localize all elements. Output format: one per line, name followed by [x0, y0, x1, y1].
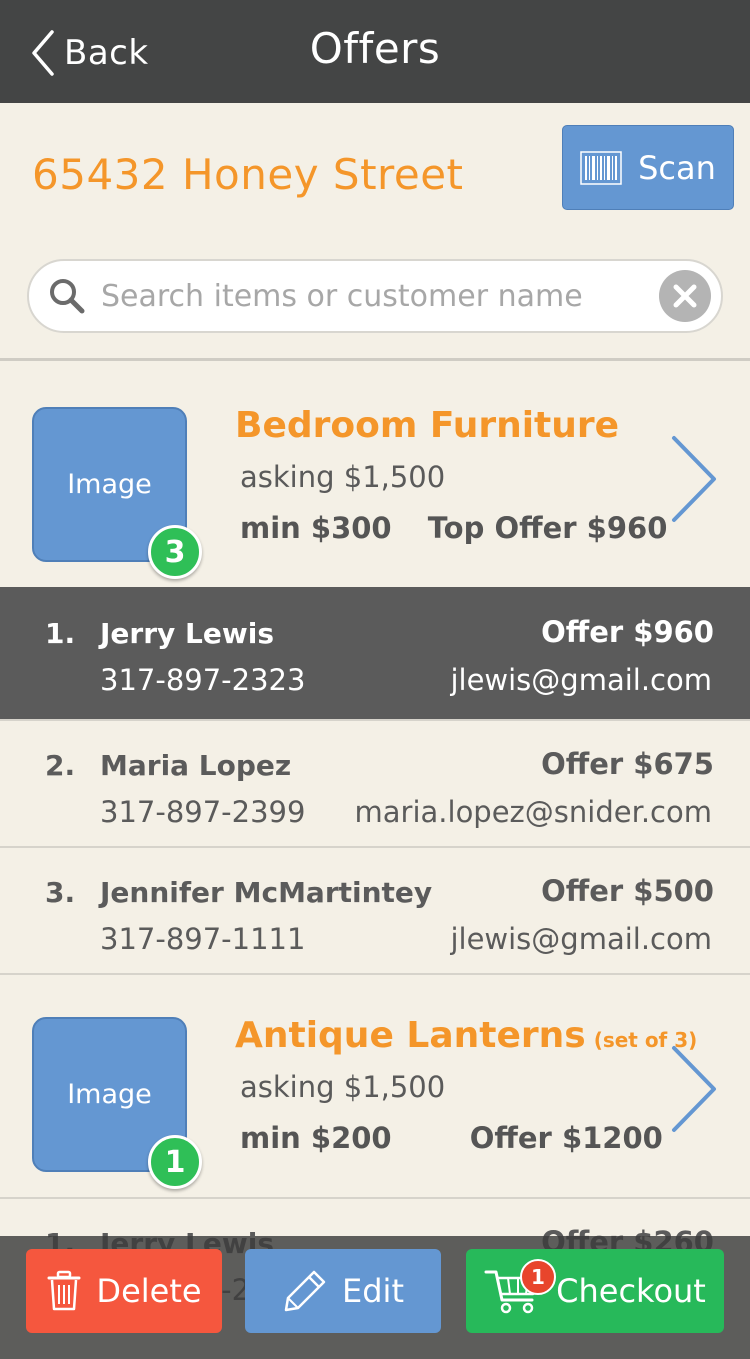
item-title-text: Bedroom Furniture — [235, 405, 620, 446]
offer-amount: Offer $500 — [541, 874, 714, 908]
customer-name: Jerry Lewis — [100, 617, 274, 650]
nav-bar: Back Offers — [0, 0, 750, 103]
clear-search-button[interactable] — [659, 270, 711, 322]
checkout-label: Checkout — [556, 1272, 706, 1310]
item-title: Bedroom Furniture — [235, 405, 619, 446]
offer-rank: 1. — [45, 617, 76, 650]
item-asking-price: asking $1,500 — [240, 460, 446, 494]
search-input[interactable] — [101, 278, 659, 314]
offer-row[interactable]: 3. Jennifer McMartintey 317-897-1111 Off… — [0, 846, 750, 973]
scan-button[interactable]: Scan — [562, 125, 734, 210]
item-top-offer: Offer $1200 — [469, 1121, 663, 1155]
delete-label: Delete — [96, 1272, 202, 1310]
address-title: 65432 Honey Street — [32, 150, 464, 199]
customer-phone: 317-897-2399 — [100, 795, 306, 829]
offer-count-badge: 3 — [148, 525, 202, 579]
customer-phone: 317-897-1111 — [100, 922, 306, 956]
scan-label: Scan — [638, 148, 716, 187]
offer-row[interactable]: 1. Jerry Lewis 317-897-2323 Offer $960 j… — [0, 587, 750, 719]
offer-row[interactable]: 2. Maria Lopez 317-897-2399 Offer $675 m… — [0, 719, 750, 846]
item-image-label: Image — [67, 469, 152, 500]
offer-rank: 3. — [45, 876, 76, 909]
item-top-offer: Top Offer $960 — [427, 511, 668, 545]
trash-icon — [47, 1270, 81, 1311]
item-title: Antique Lanterns (set of 3) — [235, 1015, 697, 1056]
edit-button[interactable]: Edit — [245, 1249, 441, 1333]
page-title: Offers — [309, 24, 441, 73]
offer-count-badge: 1 — [148, 1135, 202, 1189]
pencil-icon — [284, 1270, 326, 1312]
barcode-icon — [580, 150, 622, 185]
edit-label: Edit — [342, 1272, 404, 1310]
customer-email: jlewis@gmail.com — [450, 663, 712, 697]
customer-name: Jennifer McMartintey — [100, 876, 433, 909]
item-min-price: min $300 — [240, 511, 392, 545]
offer-amount: Offer $675 — [541, 747, 714, 781]
item-min-price: min $200 — [240, 1121, 392, 1155]
chevron-right-icon[interactable] — [668, 434, 720, 524]
item-image-label: Image — [67, 1079, 152, 1110]
search-bar — [27, 259, 723, 333]
delete-button[interactable]: Delete — [26, 1249, 222, 1333]
search-icon — [50, 279, 85, 314]
customer-name: Maria Lopez — [100, 749, 292, 782]
checkout-button[interactable]: Checkout — [466, 1249, 724, 1333]
customer-email: maria.lopez@snider.com — [354, 795, 712, 829]
offer-amount: Offer $960 — [541, 615, 714, 649]
cart-count-badge: 1 — [520, 1259, 556, 1295]
item-asking-price: asking $1,500 — [240, 1070, 446, 1104]
offer-rank: 2. — [45, 749, 76, 782]
item-title-text: Antique Lanterns — [235, 1015, 586, 1056]
item-prices: min $300 Top Offer $960 — [240, 511, 667, 545]
customer-email: jlewis@gmail.com — [450, 922, 712, 956]
customer-phone: 317-897-2323 — [100, 663, 306, 697]
item-prices: min $200 Offer $1200 — [240, 1121, 663, 1155]
close-icon — [673, 284, 697, 308]
chevron-right-icon[interactable] — [668, 1044, 720, 1134]
